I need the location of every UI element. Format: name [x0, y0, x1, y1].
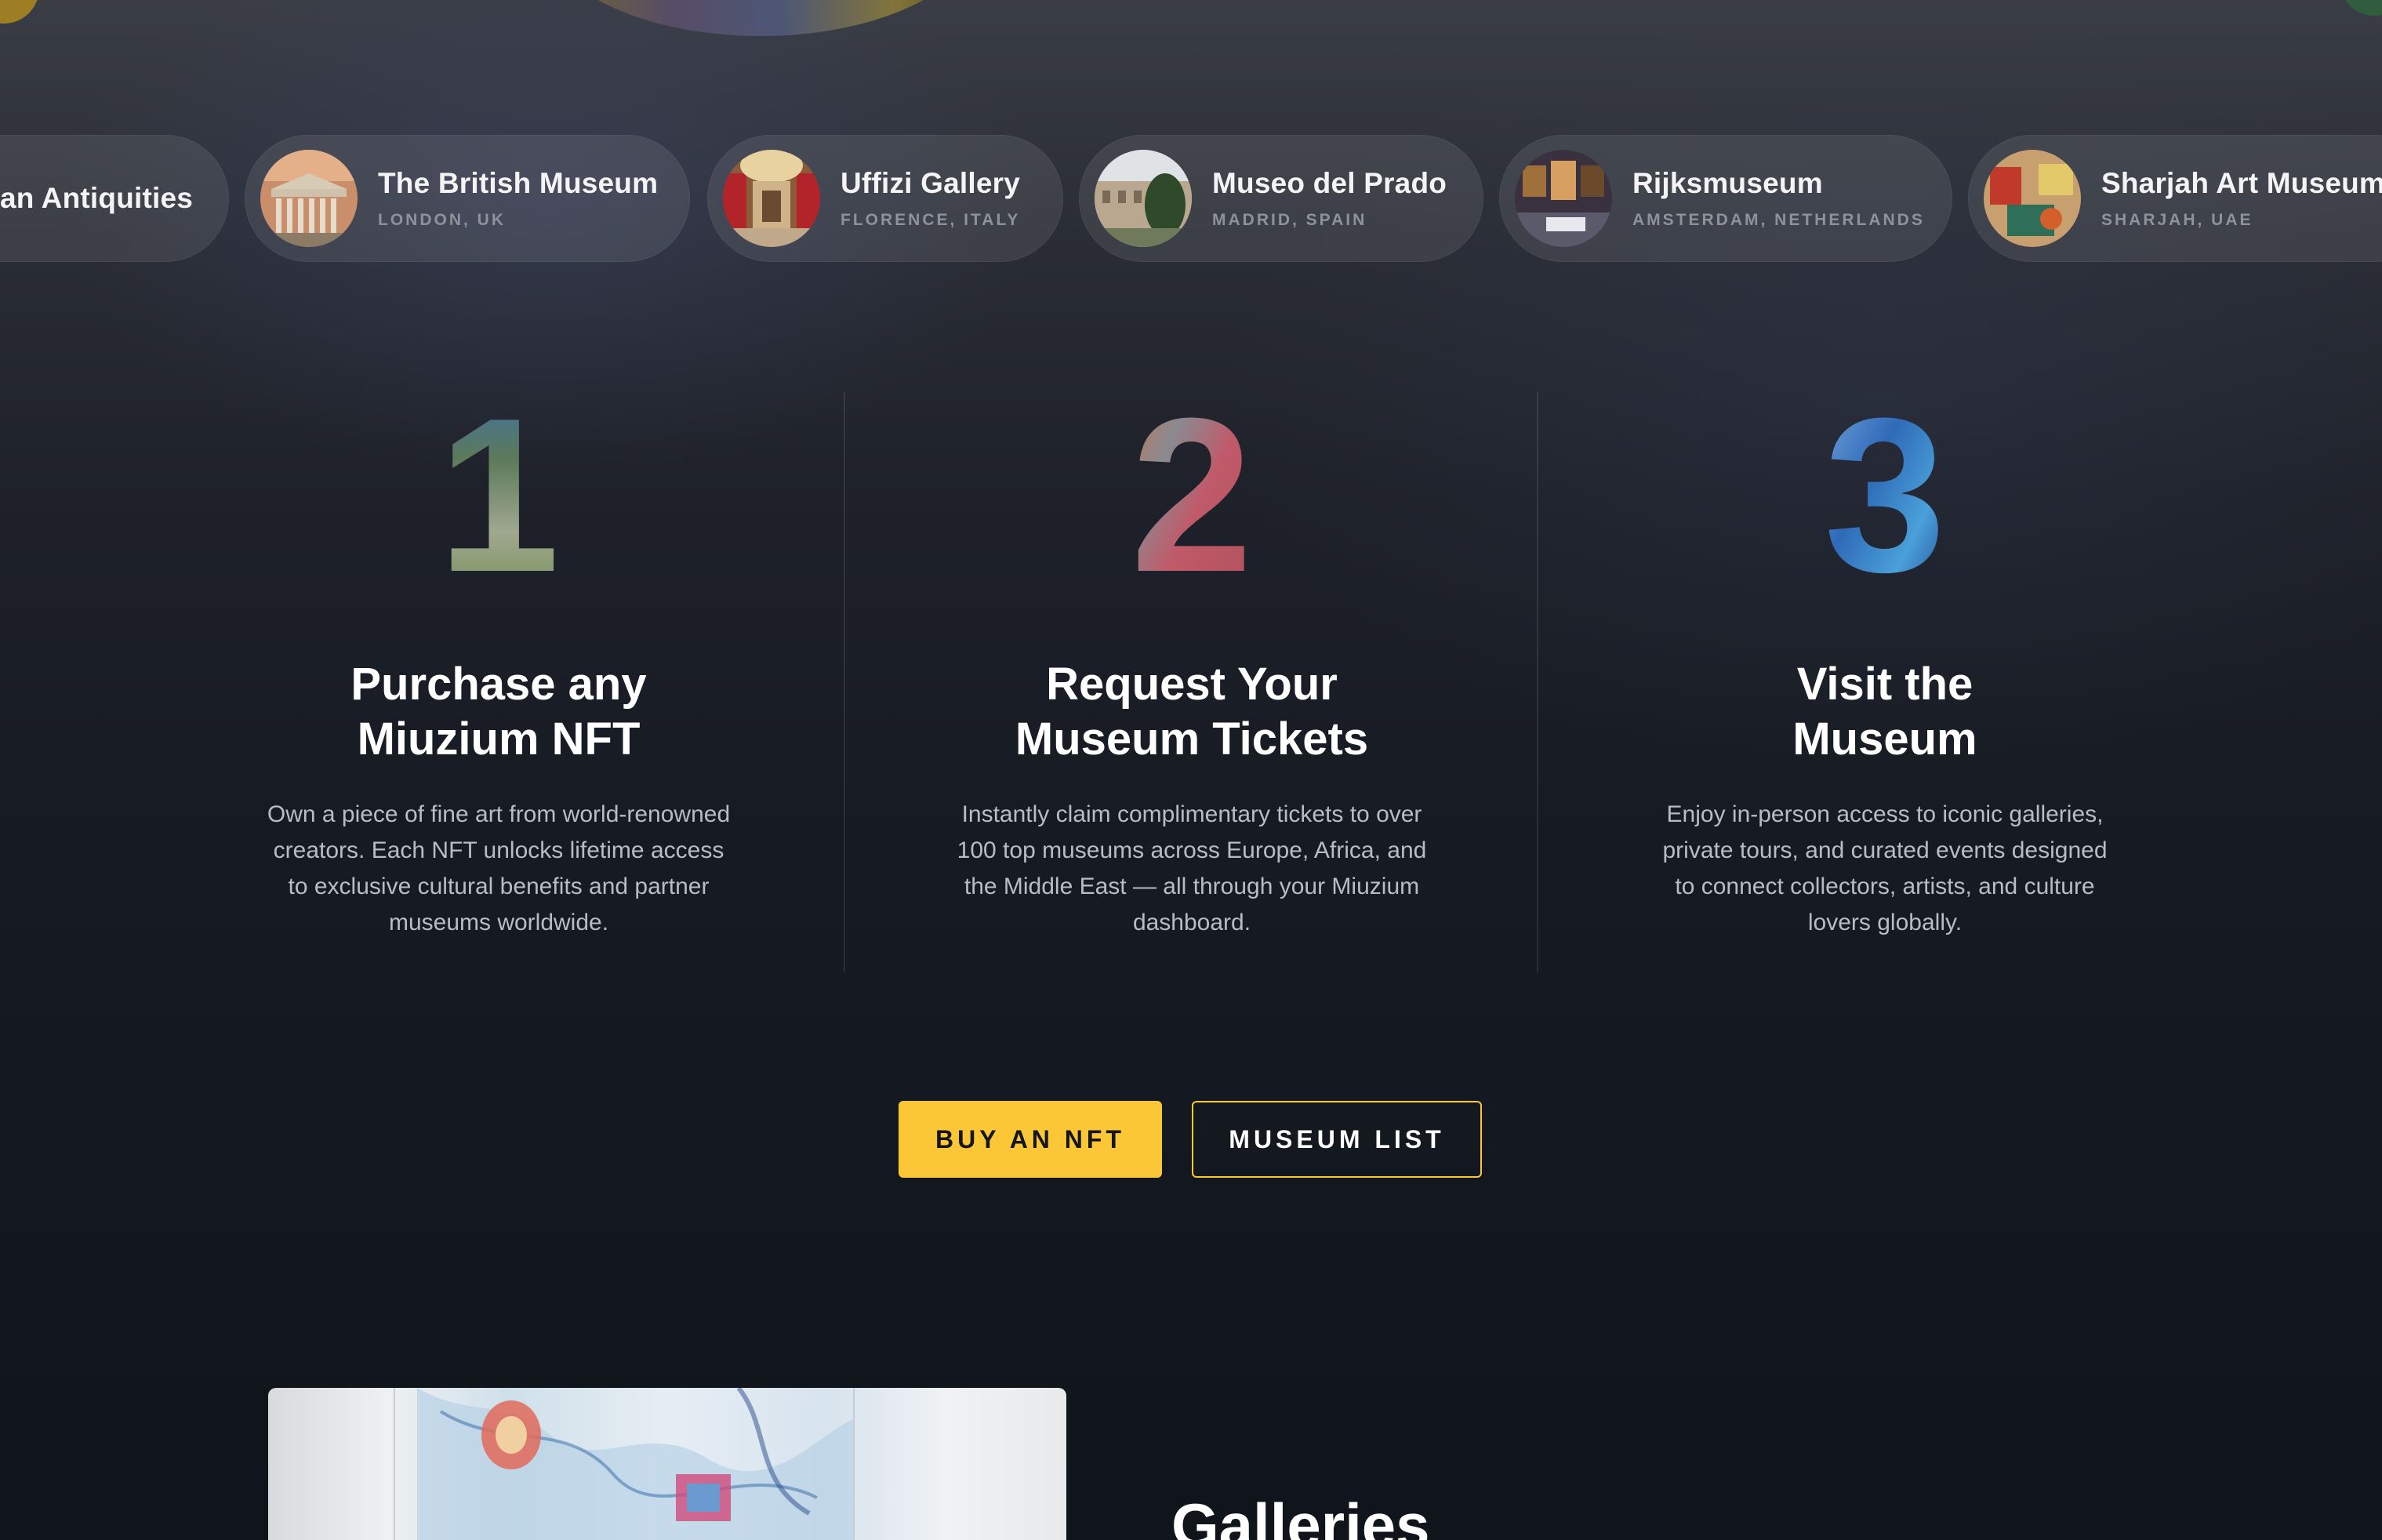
museum-location: AMSTERDAM, NETHERLANDS [1632, 211, 1925, 229]
step-title: Purchase any Miuzium NFT [350, 659, 647, 765]
museum-name: Sharjah Art Museum [2101, 167, 2382, 199]
buy-nft-button[interactable]: BUY AN NFT [899, 1101, 1162, 1178]
museum-name: Museo del Prado [1212, 167, 1447, 199]
museum-card[interactable]: Museo del Prado MADRID, SPAIN [1079, 135, 1483, 262]
museum-card-text: Sharjah Art Museum SHARJAH, UAE [2101, 167, 2382, 230]
museum-card[interactable]: an Antiquities [0, 135, 229, 262]
divider [844, 392, 845, 972]
museum-card-text: Museo del Prado MADRID, SPAIN [1212, 167, 1447, 230]
museum-thumbnail [260, 150, 358, 247]
museum-list-button[interactable]: MUSEUM LIST [1192, 1101, 1482, 1178]
step-1: 1 Purchase any Miuzium NFT Own a piece o… [224, 392, 773, 941]
page: an Antiquities The British Museum LONDON… [0, 0, 2382, 1540]
museum-location: FLORENCE, ITALY [841, 211, 1021, 229]
step-number-1: 1 [224, 392, 773, 596]
museum-location: SHARJAH, UAE [2101, 211, 2253, 229]
museum-card[interactable]: The British Museum LONDON, UK [245, 135, 690, 262]
museum-location: LONDON, UK [378, 211, 506, 229]
museum-card-text: an Antiquities [0, 182, 193, 215]
decorative-painting-edge [2343, 0, 2382, 16]
museum-thumbnail [723, 150, 820, 247]
how-it-works-steps: 1 Purchase any Miuzium NFT Own a piece o… [0, 392, 2382, 972]
step-title: Request Your Museum Tickets [1015, 659, 1369, 765]
museum-card-text: Uffizi Gallery FLORENCE, ITALY [841, 167, 1020, 230]
step-description: Own a piece of fine art from world-renow… [267, 801, 731, 935]
museum-thumbnail [1095, 150, 1192, 247]
museum-carousel[interactable]: an Antiquities The British Museum LONDON… [0, 135, 2382, 263]
galleries-heading: Galleries [1171, 1491, 1430, 1540]
step-description: Enjoy in-person access to iconic galleri… [1662, 801, 2108, 935]
svg-text:1: 1 [438, 392, 560, 580]
step-title: Visit the Museum [1792, 659, 1977, 765]
step-number-2: 2 [917, 392, 1466, 596]
hero-painting-arc [541, 0, 980, 36]
museum-name: an Antiquities [0, 182, 194, 214]
museum-card-text: Rijksmuseum AMSTERDAM, NETHERLANDS [1632, 167, 1925, 230]
museum-card[interactable]: Sharjah Art Museum SHARJAH, UAE [1968, 135, 2382, 262]
museum-location: MADRID, SPAIN [1212, 211, 1367, 229]
decorative-painting-edge [0, 0, 39, 24]
step-3: 3 Visit the Museum Enjoy in-person acces… [1610, 392, 2159, 941]
museum-name: Uffizi Gallery [841, 167, 1020, 199]
museum-thumbnail [1515, 150, 1612, 247]
museum-thumbnail [1984, 150, 2081, 247]
museum-name: Rijksmuseum [1632, 167, 1823, 199]
svg-text:2: 2 [1131, 392, 1253, 580]
divider [1537, 392, 1538, 972]
museum-card[interactable]: Rijksmuseum AMSTERDAM, NETHERLANDS [1499, 135, 1952, 262]
museum-card-text: The British Museum LONDON, UK [378, 167, 658, 230]
gallery-preview-image [268, 1388, 1066, 1540]
svg-text:3: 3 [1824, 392, 1946, 580]
step-number-3: 3 [1610, 392, 2159, 596]
step-description: Instantly claim complimentary tickets to… [957, 801, 1427, 935]
step-2: 2 Request Your Museum Tickets Instantly … [917, 392, 1466, 941]
museum-name: The British Museum [378, 167, 659, 199]
museum-card[interactable]: Uffizi Gallery FLORENCE, ITALY [707, 135, 1063, 262]
